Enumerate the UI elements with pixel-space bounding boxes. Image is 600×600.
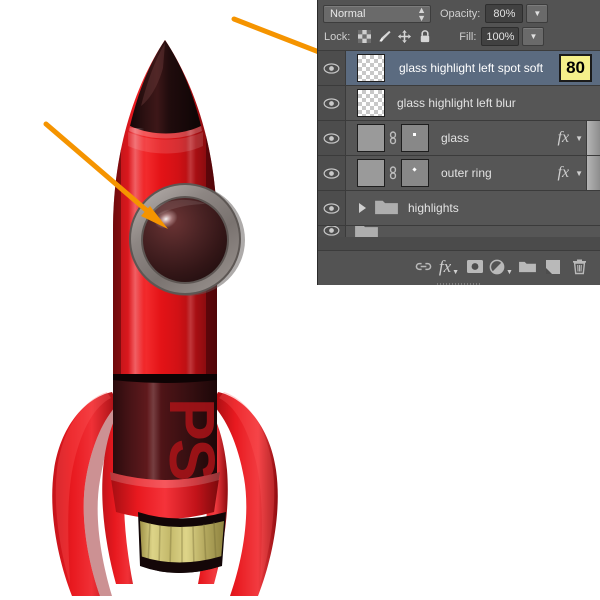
delete-layer-trash-icon[interactable] [566,254,592,280]
panel-resize-grip[interactable] [318,282,600,285]
layer-thumbnail-selected[interactable] [355,52,387,84]
layer-mask-thumbnail[interactable] [401,159,429,187]
selection-corner-icon [355,77,362,84]
layer-visibility-toggle[interactable] [318,226,346,237]
lock-padlock-icon[interactable] [417,29,432,44]
rocket-porthole [129,184,245,296]
new-adjustment-layer-icon[interactable]: ▼ [488,254,514,280]
move-arrows-icon[interactable] [397,29,412,44]
layer-row[interactable]: glass fx ▼ [318,121,600,156]
layer-effects-indicator[interactable]: fx ▼ [558,121,600,155]
opacity-input[interactable]: 80% [485,4,523,23]
blend-mode-select[interactable]: Normal ▲▼ [323,5,431,23]
paintbrush-icon[interactable] [377,29,392,44]
layer-row[interactable]: glass highlight left spot soft 80 [318,51,600,86]
folder-icon [354,226,379,237]
layer-scrollbar-thumb[interactable] [586,156,600,190]
blend-mode-value: Normal [330,8,365,20]
eye-icon [323,168,340,179]
link-mask-icon[interactable] [386,131,400,145]
link-layers-icon[interactable] [410,254,436,280]
link-mask-icon[interactable] [386,166,400,180]
layer-visibility-toggle[interactable] [318,121,346,155]
chevron-down-icon: ▼ [533,9,541,18]
eye-icon [323,203,340,214]
layer-scrollbar-thumb[interactable] [586,121,600,155]
opacity-label: Opacity: [440,8,480,20]
add-layer-style-fx-icon[interactable]: fx ▼ [436,254,462,280]
layer-effects-indicator[interactable]: fx ▼ [558,156,600,190]
layer-row-partial[interactable] [318,226,600,237]
eye-icon [323,63,340,74]
eye-icon [323,133,340,144]
eye-icon [323,98,340,109]
fill-dropdown-button[interactable]: ▼ [522,27,544,46]
layer-visibility-toggle[interactable] [318,191,346,225]
layer-list[interactable]: glass highlight left spot soft 80 glass … [318,51,600,250]
rocket-nozzle [138,512,226,573]
grip-dots-icon [437,283,481,285]
layer-thumbnail[interactable] [357,89,385,117]
layer-name[interactable]: outer ring [441,166,492,180]
add-layer-mask-icon[interactable] [462,254,488,280]
screenshot-stage: PSD [0,0,600,600]
layer-name[interactable]: glass highlight left spot soft [399,61,543,75]
group-expand-triangle-icon[interactable] [359,203,366,213]
expand-effects-chevron-icon[interactable]: ▼ [575,134,583,143]
layer-visibility-toggle[interactable] [318,86,346,120]
layer-mask-thumbnail[interactable] [401,124,429,152]
fx-icon: fx [558,164,570,182]
transparency-checker-icon[interactable] [357,29,372,44]
eye-icon [323,226,340,236]
layer-row[interactable]: outer ring fx ▼ [318,156,600,191]
opacity-callout-badge: 80 [559,54,592,82]
rocket-illustration: PSD [0,0,330,600]
layer-thumbnail[interactable] [357,159,385,187]
chevron-down-icon: ▼ [529,32,537,41]
spinner-arrows-icon: ▲▼ [417,6,426,22]
selection-corner-icon [380,52,387,59]
lock-label: Lock: [324,31,350,43]
opacity-value: 80% [493,8,515,20]
expand-effects-chevron-icon[interactable]: ▼ [575,169,583,178]
layers-panel-controls: Normal ▲▼ Opacity: 80% ▼ Lock: [318,0,600,51]
layer-row[interactable]: glass highlight left blur [318,86,600,121]
layer-group-name[interactable]: highlights [408,201,459,215]
layers-panel-toolbar: fx ▼ ▼ [318,250,600,282]
new-group-folder-icon[interactable] [514,254,540,280]
selection-corner-icon [380,77,387,84]
new-layer-icon[interactable] [540,254,566,280]
fill-input[interactable]: 100% [481,27,519,46]
layers-panel: Normal ▲▼ Opacity: 80% ▼ Lock: [317,0,600,285]
layer-name[interactable]: glass highlight left blur [397,96,516,110]
layer-thumbnail[interactable] [357,124,385,152]
layer-visibility-toggle[interactable] [318,156,346,190]
fill-label: Fill: [459,31,476,43]
layer-visibility-toggle[interactable] [318,51,346,85]
selection-corner-icon [355,52,362,59]
fill-value: 100% [486,31,514,43]
fx-icon: fx [558,129,570,147]
opacity-dropdown-button[interactable]: ▼ [526,4,548,23]
layer-group-row[interactable]: highlights [318,191,600,226]
folder-icon [374,197,399,219]
layer-name[interactable]: glass [441,131,469,145]
